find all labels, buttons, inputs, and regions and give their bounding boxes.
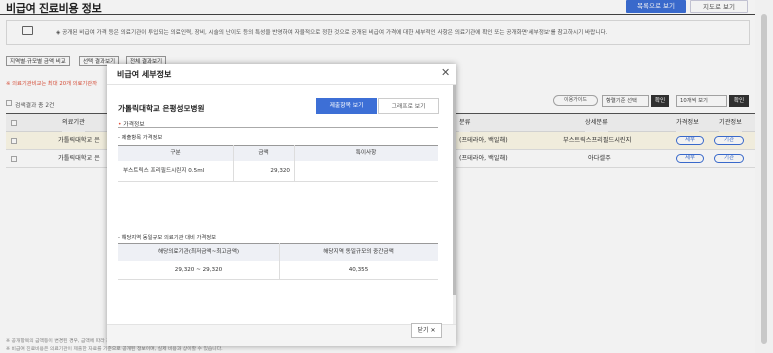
tab-graph[interactable]: 그래프로 보기 xyxy=(378,98,439,114)
col-divider xyxy=(294,145,295,182)
modal-scrollbar-thumb[interactable] xyxy=(453,85,456,295)
modal-footer xyxy=(107,324,456,346)
group-submitted-label: - 제출항목 가격정보 xyxy=(118,135,163,141)
group-compare-label: - 해당지역 동일규모 의료기관 대비 가격정보 xyxy=(118,235,217,241)
compare-row-median: 40,355 xyxy=(348,267,369,273)
close-icon[interactable]: ✕ xyxy=(441,66,450,79)
page-scrollbar-thumb[interactable] xyxy=(761,14,767,344)
compare-col-median: 해당지역 동일규모의 중간금액 xyxy=(323,249,394,255)
price-col-amount: 금액 xyxy=(258,150,269,156)
modal-hospital-name: 가톨릭대학교 은평성모병원 xyxy=(118,104,205,113)
section-divider xyxy=(118,127,438,128)
compare-row-range: 29,320 ~ 29,320 xyxy=(174,267,223,273)
tab-submitted-items[interactable]: 제출항목 보기 xyxy=(316,98,377,114)
compare-col-range: 해당의료기관(최저금액~최고금액) xyxy=(157,249,240,255)
price-col-note: 특이사항 xyxy=(355,150,377,156)
price-col-name: 구분 xyxy=(170,150,181,156)
modal-title: 비급여 세부정보 xyxy=(117,70,172,79)
price-row-name: 부스트릭스 프리필드시린지 0.5ml xyxy=(123,168,205,174)
price-row-amount: 29,320 xyxy=(270,168,290,174)
modal-close-button[interactable]: 닫기 ✕ xyxy=(411,323,442,338)
